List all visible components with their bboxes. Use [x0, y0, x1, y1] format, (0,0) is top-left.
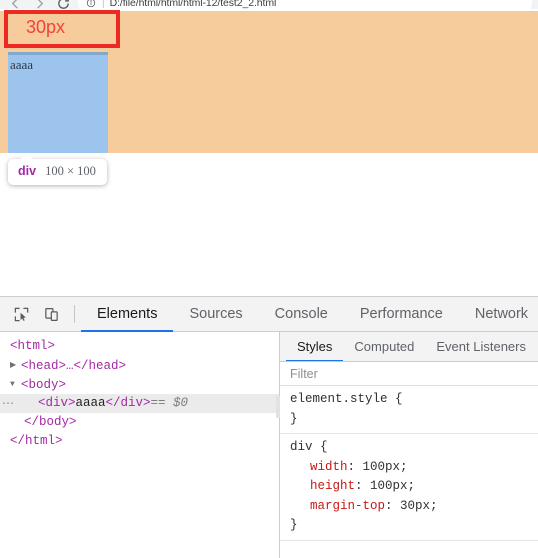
tooltip-tag-name: div	[18, 164, 37, 178]
css-value-width: 100px;	[362, 459, 408, 474]
css-declaration-width[interactable]: width: 100px;	[290, 458, 538, 478]
address-bar[interactable]: | D:/file/html/html/html-12/test2_2.html	[78, 0, 532, 9]
dom-selected-ref: == $0	[150, 396, 189, 410]
css-colon-height: :	[355, 479, 371, 493]
tooltip-dimensions: 100 × 100	[45, 164, 96, 178]
dom-tag-body-close: </body>	[24, 415, 77, 429]
toolbar-divider	[74, 305, 75, 323]
dom-row-ellipsis-badge[interactable]: ⋯	[2, 394, 15, 413]
devtools-body: <html> ▶ <head>…</head> ▼ <body> ⋯ <div>aaa…	[0, 332, 538, 558]
css-colon-margin-top: :	[385, 498, 401, 513]
tab-sources[interactable]: Sources	[173, 297, 258, 332]
address-bar-separator: |	[102, 0, 105, 9]
devtools-toolbar: Elements Sources Console Performance Net…	[0, 297, 538, 332]
css-declaration-height[interactable]: height: 100px;	[290, 477, 538, 497]
tab-performance[interactable]: Performance	[344, 297, 459, 332]
back-icon[interactable]	[6, 0, 24, 9]
page-info-icon[interactable]	[86, 0, 97, 8]
css-selector-div: div {	[290, 440, 328, 454]
dom-row-html-open[interactable]: <html>	[0, 337, 279, 356]
browser-chrome: | D:/file/html/html/html-12/test2_2.html	[0, 0, 538, 9]
browser-toolbar: | D:/file/html/html/html-12/test2_2.html	[0, 0, 538, 9]
dom-row-div-selected[interactable]: ⋯ <div>aaaa</div>== $0	[0, 394, 279, 413]
inspect-element-icon[interactable]	[9, 302, 33, 326]
chevron-right-icon[interactable]: ▶	[10, 356, 20, 375]
styles-tab-bar: Styles Computed Event Listeners	[280, 332, 538, 362]
css-declaration-margin-top[interactable]: margin-top: 30px;	[290, 497, 538, 517]
dom-tree[interactable]: <html> ▶ <head>…</head> ▼ <body> ⋯ <div>aaa…	[0, 332, 279, 558]
tab-event-listeners[interactable]: Event Listeners	[425, 332, 537, 361]
dom-tag-html-open: <html>	[10, 339, 56, 353]
css-rule-close-0: }	[290, 411, 298, 426]
css-value-margin-top: 30px;	[400, 498, 438, 513]
reload-icon[interactable]	[54, 0, 72, 9]
css-property-height: height	[310, 479, 356, 493]
styles-filter-input[interactable]	[280, 366, 538, 381]
dom-row-html-close[interactable]: </html>	[0, 432, 279, 451]
styles-pane: Styles Computed Event Listeners element.…	[280, 332, 538, 558]
page-div-text: aaaa	[10, 57, 34, 72]
dom-tag-body-open: <body>	[21, 377, 67, 392]
css-property-width: width	[310, 459, 348, 474]
devtools-tool-buttons	[0, 297, 72, 331]
css-selector-element-style: element.style {	[290, 392, 403, 406]
devtools-tab-bar: Elements Sources Console Performance Net…	[81, 297, 538, 332]
chevron-down-icon[interactable]: ▼	[10, 375, 20, 394]
tab-network[interactable]: Network	[459, 297, 538, 332]
annotation-label: 30px	[26, 17, 66, 37]
dom-row-head[interactable]: ▶ <head>…</head>	[0, 356, 279, 375]
tab-styles[interactable]: Styles	[286, 332, 344, 361]
forward-icon[interactable]	[30, 0, 48, 9]
css-rules-list[interactable]: element.style { } div { width: 100px; he…	[280, 386, 538, 558]
address-bar-url: D:/file/html/html/html-12/test2_2.html	[109, 0, 277, 9]
dom-div-text: aaaa	[75, 396, 106, 410]
css-value-height: 100px;	[370, 479, 416, 493]
css-colon-width: :	[347, 459, 363, 474]
device-toolbar-icon[interactable]	[39, 302, 63, 326]
dom-tag-head: <head>…</head>	[21, 358, 127, 373]
tab-computed[interactable]: Computed	[343, 332, 425, 361]
page-viewport[interactable]: aaaa 30px div 100 × 100	[0, 9, 538, 296]
css-property-margin-top: margin-top	[310, 498, 386, 513]
styles-filter-row[interactable]	[280, 362, 538, 386]
css-rule-div[interactable]: div { width: 100px; height: 100px; margi…	[280, 434, 538, 541]
css-rule-element-style[interactable]: element.style { }	[280, 386, 538, 434]
tab-elements[interactable]: Elements	[81, 297, 174, 332]
devtools-pane-splitter[interactable]	[276, 332, 280, 558]
element-info-tooltip: div 100 × 100	[8, 154, 107, 185]
devtools-panel: Elements Sources Console Performance Net…	[0, 296, 538, 558]
dom-tag-div-open: <div>	[38, 396, 76, 410]
dom-tag-html-close: </html>	[10, 434, 63, 448]
css-rule-close-1: }	[290, 518, 298, 532]
tab-console[interactable]: Console	[259, 297, 344, 332]
dom-row-body-open[interactable]: ▼ <body>	[0, 375, 279, 394]
dom-row-body-close[interactable]: </body>	[0, 413, 279, 432]
dom-tag-div-close: </div>	[105, 396, 151, 410]
